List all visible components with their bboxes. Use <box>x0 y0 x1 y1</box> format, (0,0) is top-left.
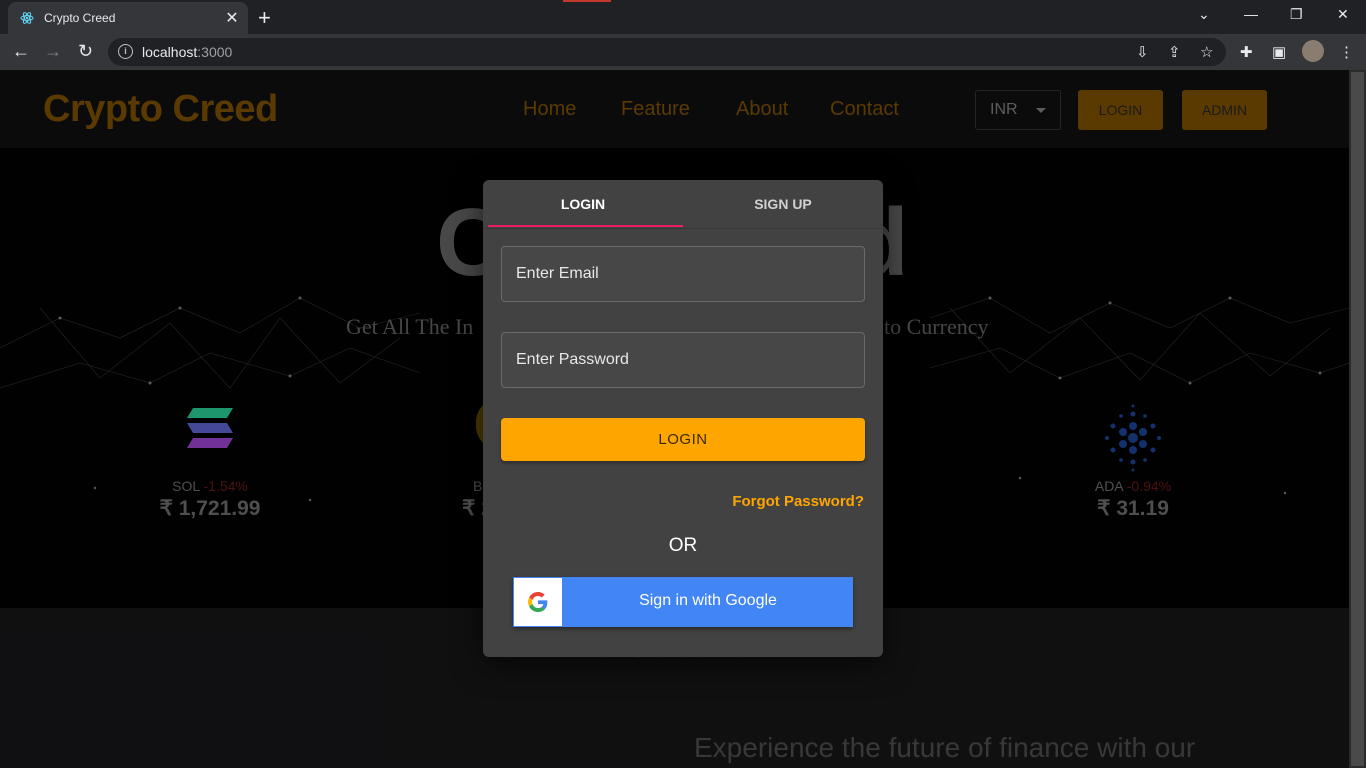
tab-login[interactable]: LOGIN <box>483 180 683 228</box>
install-app-icon[interactable]: ⇩ <box>1136 43 1149 61</box>
google-signin-button[interactable]: Sign in with Google <box>513 577 853 627</box>
recording-indicator <box>563 0 611 2</box>
auth-modal: LOGIN SIGN UP LOGIN Forgot Password? OR … <box>483 180 883 657</box>
tab-signup[interactable]: SIGN UP <box>683 180 883 228</box>
browser-tab-strip: Crypto Creed ✕ + ⌄ — ❐ ✕ <box>0 0 1366 34</box>
address-bar[interactable]: i localhost:3000 <box>108 38 1226 66</box>
reload-icon[interactable]: ↻ <box>78 41 93 62</box>
forward-arrow-icon[interactable]: → <box>44 41 62 62</box>
browser-tab[interactable]: Crypto Creed ✕ <box>8 2 248 34</box>
react-favicon-icon <box>20 12 34 24</box>
page-scrollbar-thumb[interactable] <box>1351 72 1364 766</box>
side-panel-icon[interactable]: ▣ <box>1272 43 1286 61</box>
forgot-password-link[interactable]: Forgot Password? <box>732 493 864 510</box>
window-close-icon[interactable]: ✕ <box>1337 6 1349 23</box>
or-divider-text: OR <box>668 535 698 556</box>
url-text[interactable]: localhost:3000 <box>142 44 232 60</box>
browser-menu-icon[interactable]: ⋮ <box>1339 43 1354 61</box>
tab-title: Crypto Creed <box>44 11 116 25</box>
browser-toolbar: ← → ↻ i localhost:3000 ⇩ ⇪ ☆ ✚ ▣ ⋮ <box>0 34 1366 70</box>
tab-search-chevron-icon[interactable]: ⌄ <box>1198 6 1210 23</box>
email-input[interactable] <box>502 247 864 301</box>
password-input[interactable] <box>502 333 864 387</box>
google-logo-box <box>514 578 562 626</box>
bookmark-star-icon[interactable]: ☆ <box>1200 43 1213 61</box>
email-field[interactable] <box>501 246 865 302</box>
google-g-icon <box>528 592 548 612</box>
new-tab-icon[interactable]: + <box>258 5 271 31</box>
minimize-icon[interactable]: — <box>1244 6 1258 22</box>
active-tab-indicator <box>488 225 683 227</box>
restore-icon[interactable]: ❐ <box>1290 6 1303 23</box>
profile-avatar[interactable] <box>1302 40 1324 62</box>
site-info-icon[interactable]: i <box>118 44 133 59</box>
password-field[interactable] <box>501 332 865 388</box>
auth-tabs: LOGIN SIGN UP <box>483 180 883 229</box>
login-submit-button[interactable]: LOGIN <box>501 418 865 461</box>
back-arrow-icon[interactable]: ← <box>12 41 30 62</box>
share-icon[interactable]: ⇪ <box>1168 43 1181 61</box>
tab-close-icon[interactable]: ✕ <box>222 8 242 28</box>
google-signin-label: Sign in with Google <box>639 592 777 609</box>
extensions-puzzle-icon[interactable]: ✚ <box>1240 43 1253 61</box>
